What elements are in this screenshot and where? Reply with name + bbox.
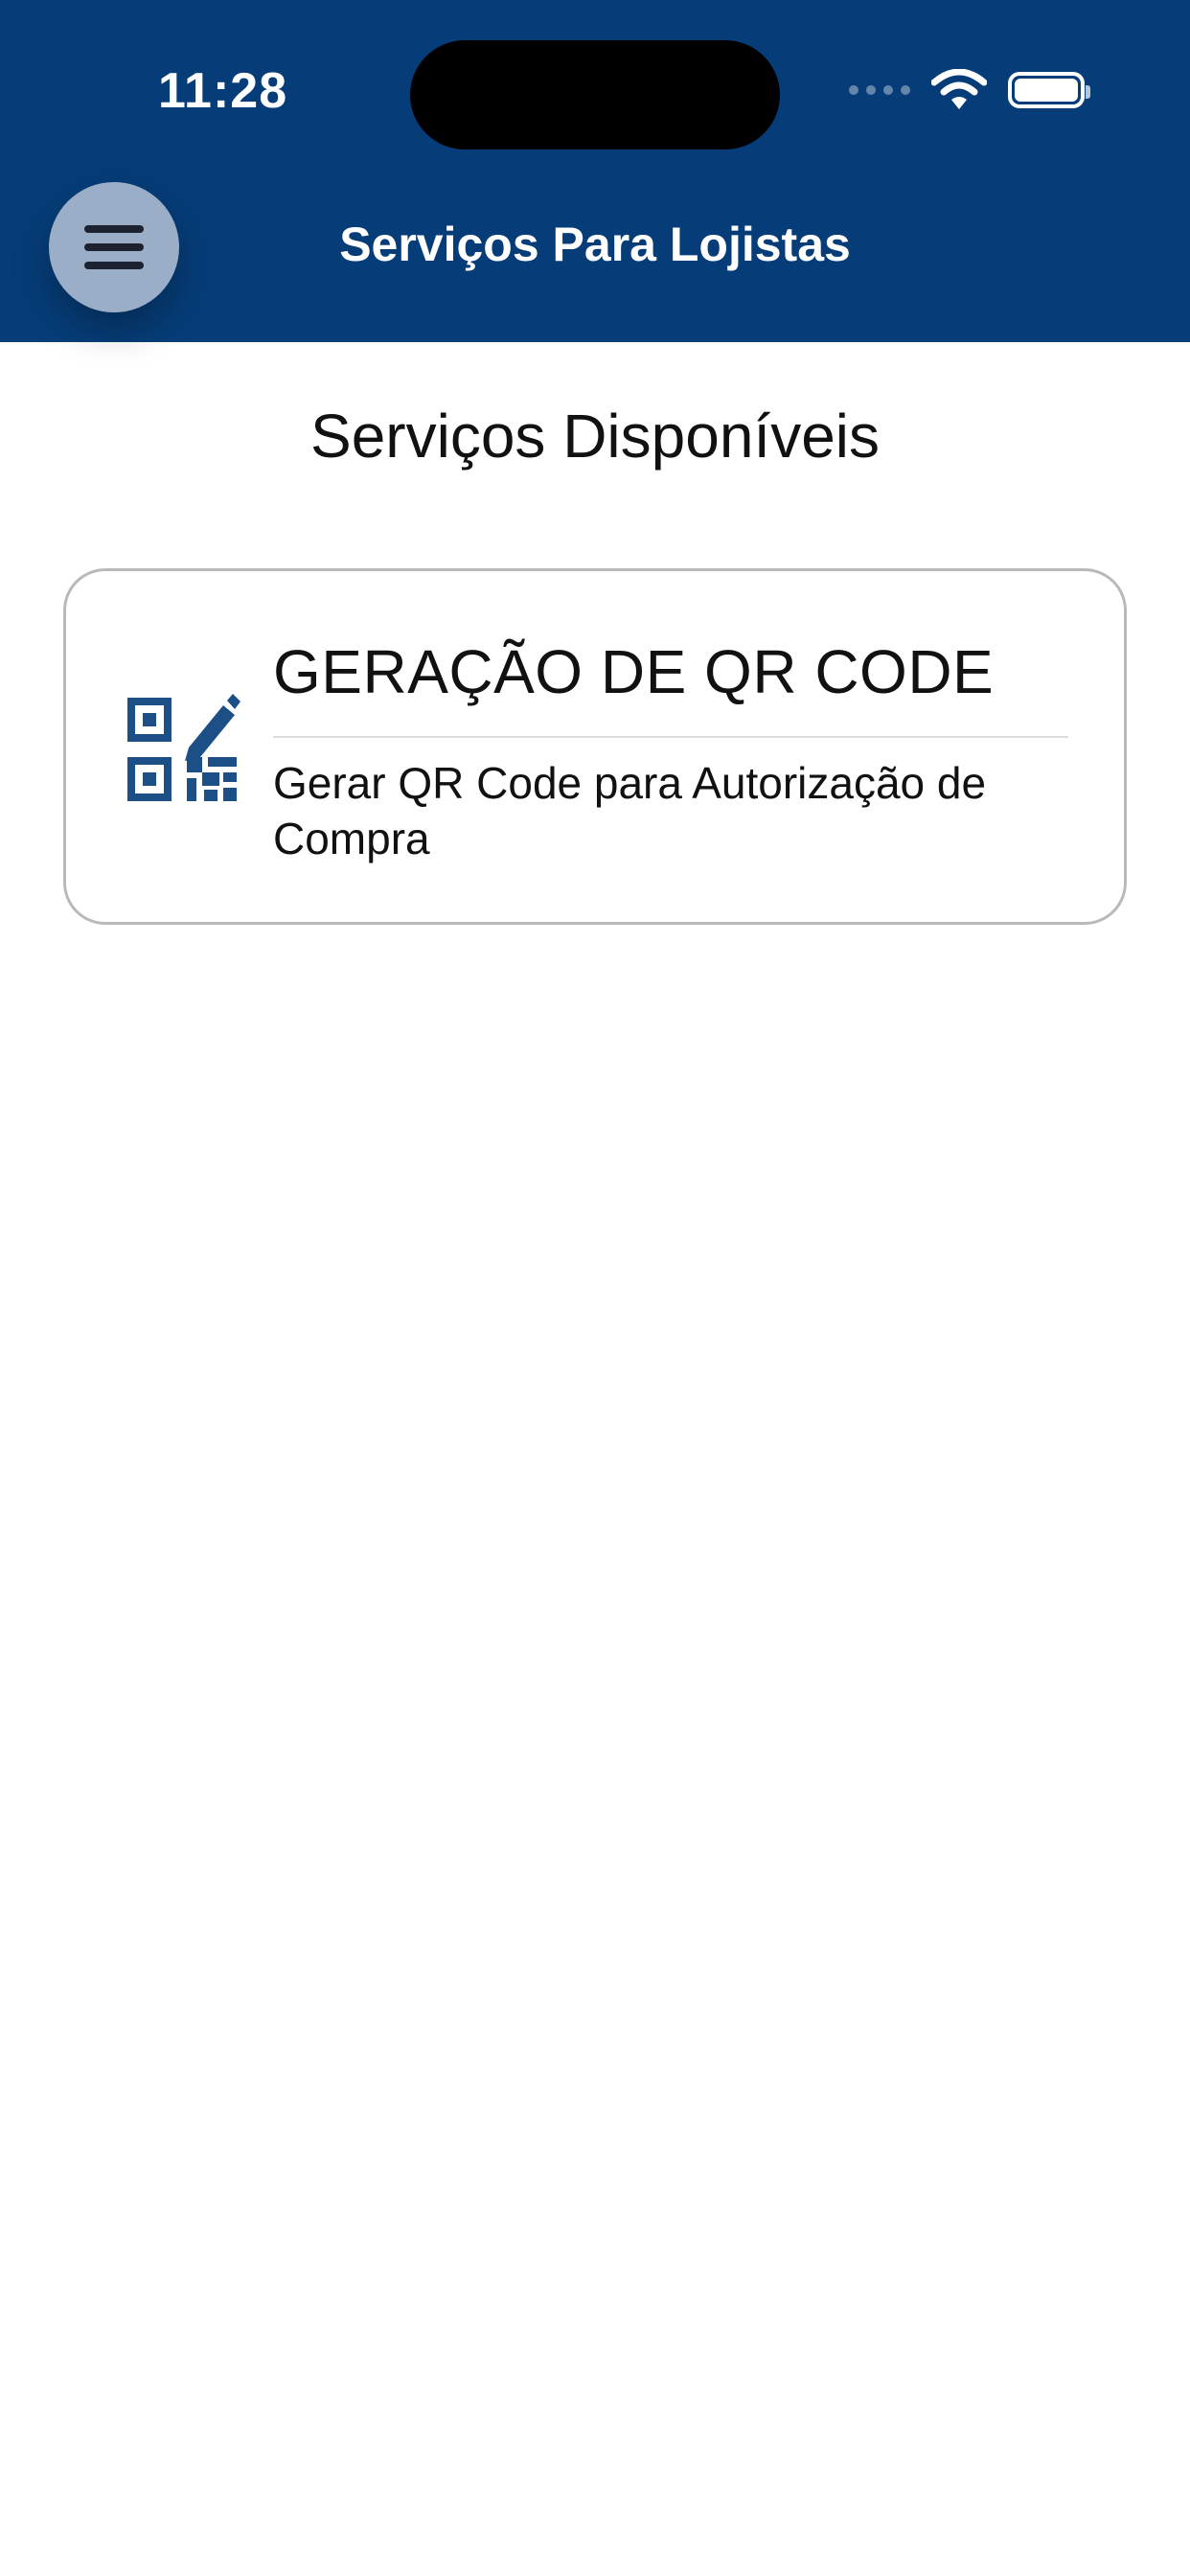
qr-code-edit-icon [127,694,240,807]
dynamic-island [410,40,780,150]
service-title: GERAÇÃO DE QR CODE [273,637,995,706]
wifi-icon [931,69,987,111]
card-divider [273,736,1068,738]
status-time: 11:28 [158,63,288,119]
page-title: Serviços Para Lojistas [339,218,851,271]
app-header: 11:28 Serviços Para Lojistas [0,0,1190,342]
battery-icon [1008,72,1090,108]
status-icons [849,69,1090,111]
service-description: Gerar QR Code para Autorização de Compra [273,758,987,863]
cellular-signal-icon [849,85,910,95]
section-title: Serviços Disponíveis [310,402,880,471]
service-card-qr-code[interactable]: GERAÇÃO DE QR CODE Gerar QR Code para Au… [63,568,1127,925]
